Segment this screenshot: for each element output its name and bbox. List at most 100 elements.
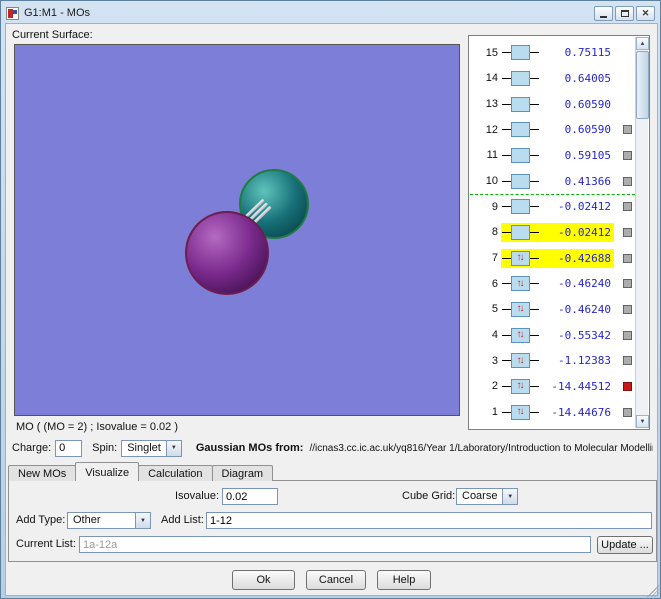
mo-orbital-box[interactable]: ↑↓ <box>511 379 530 394</box>
scroll-down-icon[interactable]: ▼ <box>636 415 649 428</box>
mo-energy-value: 0.60590 <box>539 98 613 111</box>
mo-checkbox[interactable] <box>623 408 632 417</box>
mo-orbital-box[interactable] <box>511 148 530 163</box>
mo-row[interactable]: 3↑↓-1.12383 <box>476 349 635 373</box>
visualize-tab-panel: Isovalue: Cube Grid: Coarse ▼ Add Type: … <box>8 480 657 562</box>
mo-list-scrollbar[interactable]: ▲ ▼ <box>635 37 648 428</box>
mo-row[interactable]: 110.59105 <box>476 143 635 167</box>
mo-checkbox[interactable] <box>623 356 632 365</box>
mo-orbital-box[interactable] <box>511 174 530 189</box>
add-list-label: Add List: <box>161 514 204 526</box>
isovalue-label: Isovalue: <box>175 490 219 502</box>
mo-checkbox[interactable] <box>623 331 632 340</box>
scroll-up-icon[interactable]: ▲ <box>636 37 649 50</box>
info-bar: Charge: Spin: Singlet ▼ Gaussian MOs fro… <box>12 439 653 457</box>
cancel-button[interactable]: Cancel <box>306 570 366 590</box>
mo-row[interactable]: 1↑↓-14.44676 <box>476 400 635 424</box>
mo-row[interactable]: 150.75115 <box>476 41 635 65</box>
mo-level[interactable]: ↑↓-0.55342 <box>501 326 614 345</box>
mo-level[interactable]: -0.02412 <box>501 197 614 216</box>
mo-checkbox[interactable] <box>623 228 632 237</box>
help-button[interactable]: Help <box>377 570 431 590</box>
mo-checkbox[interactable] <box>623 382 632 391</box>
mo-orbital-box[interactable]: ↑↓ <box>511 405 530 420</box>
current-surface-label: Current Surface: <box>12 29 93 41</box>
mo-orbital-box[interactable]: ↑↓ <box>511 353 530 368</box>
level-line <box>502 309 511 310</box>
mo-row[interactable]: 2↑↓-14.44512 <box>476 374 635 398</box>
charge-input[interactable] <box>55 440 82 457</box>
mo-row[interactable]: 8-0.02412 <box>476 220 635 244</box>
mo-row[interactable]: 5↑↓-0.46240 <box>476 297 635 321</box>
isovalue-input[interactable] <box>222 488 278 505</box>
resize-grip[interactable] <box>647 585 659 597</box>
mo-row[interactable]: 140.64005 <box>476 66 635 90</box>
add-type-select[interactable]: Other ▼ <box>67 512 151 529</box>
mo-level[interactable]: ↑↓-0.46240 <box>501 300 614 319</box>
mo-orbital-box[interactable]: ↑↓ <box>511 328 530 343</box>
mo-orbital-box[interactable] <box>511 199 530 214</box>
mo-checkbox[interactable] <box>623 125 632 134</box>
chevron-down-icon[interactable]: ▼ <box>502 489 517 504</box>
chevron-down-icon[interactable]: ▼ <box>166 441 181 456</box>
mo-level[interactable]: ↑↓-14.44512 <box>501 377 614 396</box>
add-type-label: Add Type: <box>16 514 65 526</box>
mo-level[interactable]: 0.60590 <box>501 120 614 139</box>
mo-orbital-box[interactable] <box>511 45 530 60</box>
title-bar[interactable]: G1:M1 - MOs ✕ <box>6 4 655 22</box>
mo-level[interactable]: 0.59105 <box>501 146 614 165</box>
level-line <box>530 52 539 53</box>
mo-row[interactable]: 100.41366 <box>476 169 635 193</box>
tab-new-mos[interactable]: New MOs <box>8 465 76 481</box>
mo-level[interactable]: ↑↓-0.46240 <box>501 274 614 293</box>
add-list-input[interactable] <box>206 512 652 529</box>
mo-orbital-box[interactable]: ↑↓ <box>511 302 530 317</box>
mo-row[interactable]: 120.60590 <box>476 118 635 142</box>
mo-checkbox[interactable] <box>623 305 632 314</box>
mo-energy-value: -0.02412 <box>539 226 613 239</box>
mo-energy-value: -1.12383 <box>539 354 613 367</box>
mo-orbital-box[interactable] <box>511 97 530 112</box>
gaussian-source-path: //icnas3.cc.ic.ac.uk/yq816/Year 1/Labora… <box>309 443 653 454</box>
mo-level[interactable]: 0.41366 <box>501 172 614 191</box>
mo-row[interactable]: 6↑↓-0.46240 <box>476 272 635 296</box>
tab-visualize[interactable]: Visualize <box>75 462 139 481</box>
mo-row[interactable]: 9-0.02412 <box>476 195 635 219</box>
current-list-input[interactable] <box>79 536 591 553</box>
tab-diagram[interactable]: Diagram <box>212 465 274 481</box>
minimize-button[interactable] <box>594 6 613 21</box>
mo-row[interactable]: 4↑↓-0.55342 <box>476 323 635 347</box>
mo-orbital-box[interactable] <box>511 71 530 86</box>
electron-pair-arrows-icon: ↑↓ <box>517 304 523 314</box>
mo-level[interactable]: ↑↓ -1.12383 <box>501 351 614 370</box>
mo-level[interactable]: 0.75115 <box>501 43 614 62</box>
molecule-viewport[interactable] <box>14 44 460 416</box>
mo-checkbox[interactable] <box>623 151 632 160</box>
mo-level[interactable]: 0.60590 <box>501 95 614 114</box>
chevron-down-icon[interactable]: ▼ <box>135 513 150 528</box>
level-line <box>530 309 539 310</box>
tab-calculation[interactable]: Calculation <box>138 465 212 481</box>
mo-checkbox[interactable] <box>623 177 632 186</box>
mo-checkbox[interactable] <box>623 279 632 288</box>
mo-row[interactable]: 7↑↓-0.42688 <box>476 246 635 270</box>
mo-orbital-box[interactable] <box>511 122 530 137</box>
mo-level[interactable]: -0.02412 <box>501 223 614 242</box>
maximize-button[interactable] <box>615 6 634 21</box>
mo-level[interactable]: ↑↓-0.42688 <box>501 249 614 268</box>
mo-level[interactable]: 0.64005 <box>501 69 614 88</box>
mo-level[interactable]: ↑↓-14.44676 <box>501 403 614 422</box>
mo-row[interactable]: 130.60590 <box>476 92 635 116</box>
mo-checkbox[interactable] <box>623 254 632 263</box>
level-line <box>502 155 511 156</box>
cube-grid-select[interactable]: Coarse ▼ <box>456 488 518 505</box>
mo-orbital-box[interactable]: ↑↓ <box>511 276 530 291</box>
ok-button[interactable]: Ok <box>232 570 295 590</box>
close-button[interactable]: ✕ <box>636 6 655 21</box>
update-button[interactable]: Update ... <box>597 536 653 554</box>
mo-orbital-box[interactable]: ↑↓ <box>511 251 530 266</box>
mo-orbital-box[interactable] <box>511 225 530 240</box>
mo-checkbox[interactable] <box>623 202 632 211</box>
scrollbar-thumb[interactable] <box>636 51 649 119</box>
spin-select[interactable]: Singlet ▼ <box>121 440 182 457</box>
